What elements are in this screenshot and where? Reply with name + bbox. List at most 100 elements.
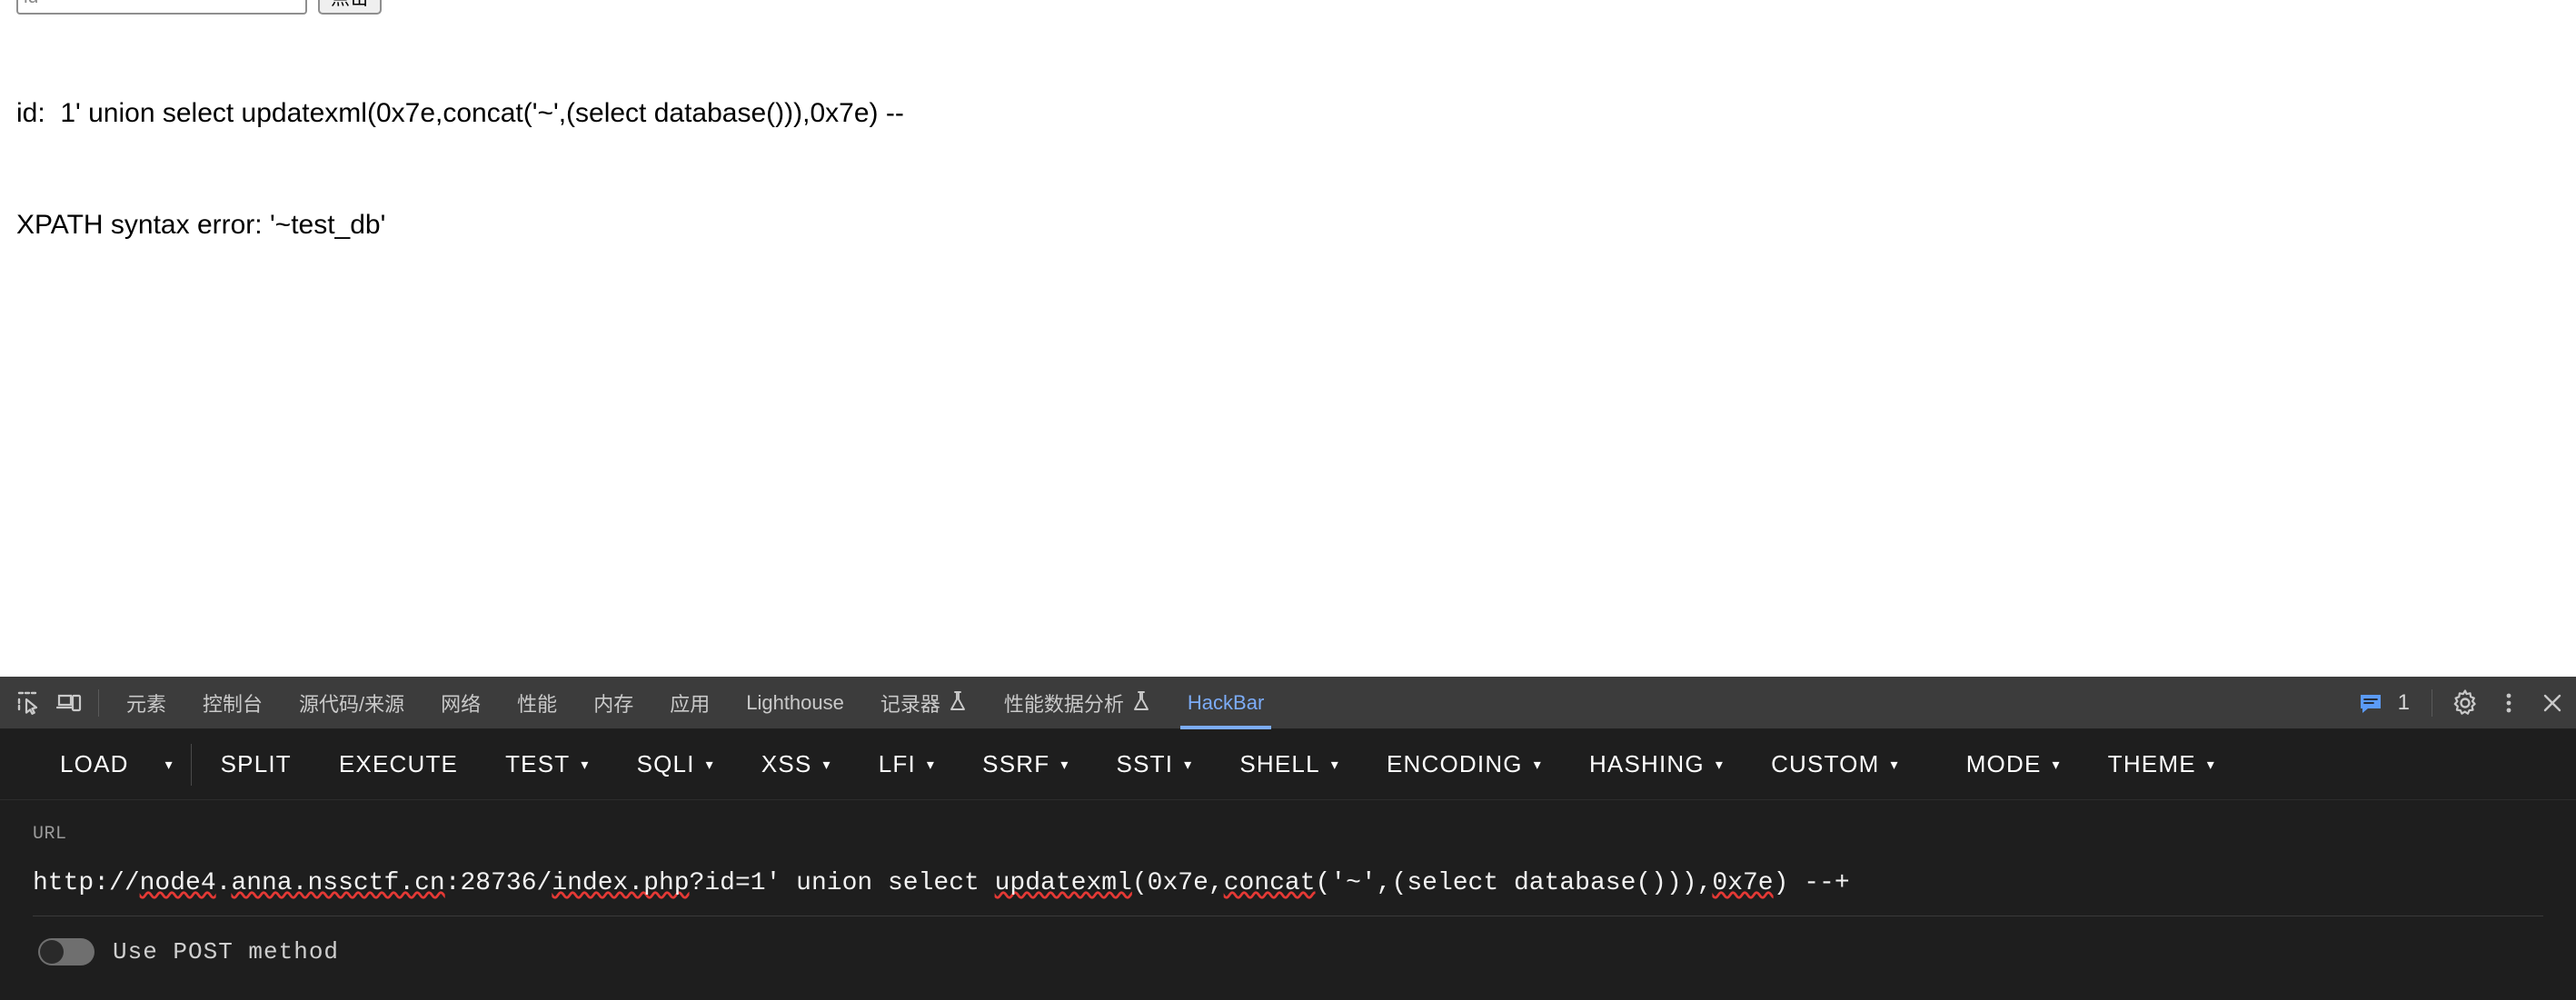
tab-performance[interactable]: 性能 [499, 677, 575, 729]
chevron-down-icon: ▾ [1184, 757, 1193, 773]
hackbar-toolbar: LOAD ▾ SPLIT EXECUTE TEST ▾ SQLI ▾ XSS ▾… [0, 729, 2576, 800]
toggle-knob [40, 940, 64, 964]
button-label: SSRF [982, 750, 1050, 777]
hackbar-load-button[interactable]: LOAD [36, 739, 153, 790]
chevron-down-icon: ▾ [164, 757, 173, 773]
url-input[interactable]: http://node4.anna.nssctf.cn:28736/index.… [33, 868, 2543, 899]
devtools-panel: 元素 控制台 源代码/来源 网络 性能 内存 应用 Lighthouse 记录器… [0, 677, 2576, 1000]
tab-hackbar[interactable]: HackBar [1169, 677, 1282, 729]
tab-label: HackBar [1187, 690, 1265, 714]
use-post-label: Use POST method [113, 938, 340, 965]
tab-lighthouse[interactable]: Lighthouse [728, 677, 862, 729]
tab-label: 控制台 [203, 692, 264, 716]
button-label: ENCODING [1387, 750, 1523, 777]
button-label: HASHING [1588, 750, 1705, 777]
tab-label: 内存 [593, 692, 634, 716]
chevron-down-icon: ▾ [2206, 757, 2215, 773]
message-count: 1 [2397, 689, 2410, 715]
url-token: node4 [139, 869, 216, 897]
devtools-tabbar-actions: 1 [2351, 683, 2576, 723]
url-token: . [215, 869, 232, 897]
tab-application[interactable]: 应用 [651, 677, 728, 729]
hackbar-custom-menu[interactable]: CUSTOM ▾ [1747, 739, 1923, 790]
hackbar-lfi-menu[interactable]: LFI ▾ [855, 739, 959, 790]
button-label: SHELL [1239, 750, 1320, 777]
hackbar-encoding-menu[interactable]: ENCODING ▾ [1363, 739, 1566, 790]
url-token: :28736/ [444, 869, 552, 897]
tab-label: 元素 [126, 692, 167, 716]
button-label: SSTI [1116, 750, 1174, 777]
button-label: MODE [1965, 750, 2042, 777]
url-token: ?id=1' union select [689, 869, 995, 897]
message-badge-icon[interactable] [2351, 683, 2391, 723]
hackbar-mode-menu[interactable]: MODE ▾ [1943, 739, 2084, 790]
chevron-down-icon: ▾ [1890, 757, 1899, 773]
hackbar-url-section: URL http://node4.anna.nssctf.cn:28736/in… [0, 800, 2576, 899]
gear-icon[interactable] [2445, 683, 2485, 723]
toolbar-divider [190, 743, 192, 786]
tab-elements[interactable]: 元素 [108, 677, 184, 729]
use-post-toggle[interactable] [38, 938, 94, 965]
hackbar-theme-menu[interactable]: THEME ▾ [2084, 739, 2239, 790]
hackbar-load-dropdown[interactable]: ▾ [153, 739, 185, 790]
button-label: XSS [761, 750, 812, 777]
button-label: THEME [2107, 750, 2196, 777]
button-label: CUSTOM [1771, 750, 1880, 777]
button-label: SQLI [636, 750, 695, 777]
hackbar-panel: LOAD ▾ SPLIT EXECUTE TEST ▾ SQLI ▾ XSS ▾… [0, 729, 2576, 1000]
tab-recorder[interactable]: 记录器 [862, 677, 986, 729]
screenshot-root: 点击 id: 1' union select updatexml(0x7e,co… [0, 0, 2576, 1000]
flask-icon [1131, 690, 1151, 716]
hackbar-shell-menu[interactable]: SHELL ▾ [1216, 739, 1363, 790]
tab-memory[interactable]: 内存 [575, 677, 651, 729]
chevron-down-icon: ▾ [822, 757, 831, 773]
url-token: index.php [552, 869, 690, 897]
tab-label: 源代码/来源 [299, 692, 405, 716]
hackbar-execute-button[interactable]: EXECUTE [315, 739, 482, 790]
hackbar-sqli-menu[interactable]: SQLI ▾ [613, 739, 738, 790]
tab-sources[interactable]: 源代码/来源 [281, 677, 423, 729]
button-label: EXECUTE [338, 750, 459, 777]
flask-icon [948, 690, 968, 716]
id-query-form: 点击 [16, 0, 382, 15]
devtools-tab-bar: 元素 控制台 源代码/来源 网络 性能 内存 应用 Lighthouse 记录器… [0, 677, 2576, 729]
tab-label: 性能数据分析 [1003, 692, 1124, 716]
hackbar-split-button[interactable]: SPLIT [197, 739, 315, 790]
tab-performance-insights[interactable]: 性能数据分析 [986, 677, 1169, 729]
more-options-icon[interactable] [2489, 683, 2529, 723]
hackbar-test-menu[interactable]: TEST ▾ [482, 739, 612, 790]
button-label: LFI [878, 750, 916, 777]
tab-network[interactable]: 网络 [423, 677, 499, 729]
url-field-label: URL [33, 824, 67, 845]
url-token: (0x7e, [1131, 869, 1224, 897]
chevron-down-icon: ▾ [581, 757, 590, 773]
url-token: concat [1223, 869, 1316, 897]
url-token: updatexml [994, 869, 1132, 897]
submit-button[interactable]: 点击 [318, 0, 382, 15]
url-token: ('~',(select database())), [1315, 869, 1713, 897]
hackbar-xss-menu[interactable]: XSS ▾ [738, 739, 855, 790]
tab-label: 网络 [441, 692, 482, 716]
chevron-down-icon: ▾ [705, 757, 714, 773]
tab-console[interactable]: 控制台 [184, 677, 281, 729]
tab-label: 记录器 [880, 692, 940, 716]
chevron-down-icon: ▾ [2052, 757, 2061, 773]
button-label: TEST [505, 750, 571, 777]
close-icon[interactable] [2532, 683, 2572, 723]
hackbar-ssti-menu[interactable]: SSTI ▾ [1093, 739, 1217, 790]
hackbar-ssrf-menu[interactable]: SSRF ▾ [959, 739, 1092, 790]
inspect-element-icon[interactable] [9, 683, 49, 723]
web-page-content: 点击 id: 1' union select updatexml(0x7e,co… [0, 0, 2576, 677]
injection-echo-line: id: 1' union select updatexml(0x7e,conca… [16, 98, 904, 128]
url-token: anna.nssctf.cn [231, 869, 445, 897]
id-input[interactable] [16, 0, 307, 15]
button-label: LOAD [60, 750, 129, 777]
hackbar-hashing-menu[interactable]: HASHING ▾ [1566, 739, 1747, 790]
device-toolbar-icon[interactable] [49, 683, 89, 723]
tab-label: Lighthouse [746, 690, 844, 714]
url-token: ) --+ [1773, 869, 1850, 897]
chevron-down-icon: ▾ [1060, 757, 1069, 773]
button-label: SPLIT [220, 750, 292, 777]
chevron-down-icon: ▾ [1330, 757, 1339, 773]
tab-label: 性能 [517, 692, 558, 716]
